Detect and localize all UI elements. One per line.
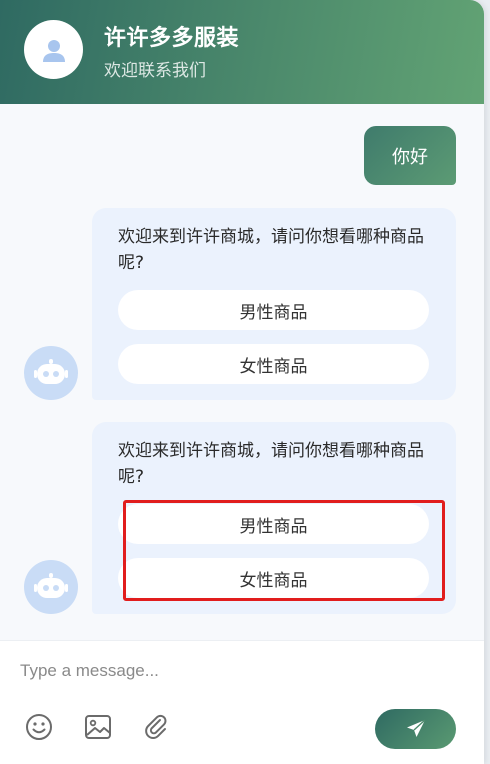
robot-icon	[34, 573, 68, 598]
send-button[interactable]	[375, 709, 456, 749]
shop-subtitle: 欢迎联系我们	[104, 61, 206, 81]
option-button-male[interactable]: 男性商品	[118, 504, 429, 544]
image-button[interactable]	[83, 712, 113, 742]
option-button-female[interactable]: 女性商品	[118, 344, 429, 384]
paperclip-icon	[145, 714, 167, 739]
bot-message: 欢迎来到许许商城，请问你想看哪种商品呢? 男性商品 女性商品	[92, 208, 456, 400]
send-icon	[406, 719, 425, 737]
bot-message: 欢迎来到许许商城，请问你想看哪种商品呢? 男性商品 女性商品	[92, 422, 456, 614]
bot-avatar	[24, 560, 78, 614]
user-message: 你好	[364, 126, 456, 185]
shop-avatar	[24, 20, 83, 79]
user-icon	[42, 39, 65, 62]
image-icon	[85, 715, 111, 739]
robot-icon	[34, 359, 68, 384]
option-button-male[interactable]: 男性商品	[118, 290, 429, 330]
composer	[0, 640, 484, 764]
shop-title: 许许多多服装	[104, 26, 240, 51]
bot-message-text: 欢迎来到许许商城，请问你想看哪种商品呢?	[118, 227, 424, 273]
chat-header: 许许多多服装 欢迎联系我们	[0, 0, 484, 104]
message-list: 你好 欢迎来到许许商城，请问你想看哪种商品呢? 男性商品 女性商品 欢迎来到许许…	[0, 104, 484, 640]
option-button-female[interactable]: 女性商品	[118, 558, 429, 598]
emoji-button[interactable]	[24, 712, 54, 742]
bot-avatar	[24, 346, 78, 400]
message-input[interactable]	[20, 655, 460, 687]
smiley-icon	[26, 714, 52, 740]
chat-widget: 许许多多服装 欢迎联系我们 你好 欢迎来到许许商城，请问你想看哪种商品呢? 男性…	[0, 0, 484, 764]
bot-message-text: 欢迎来到许许商城，请问你想看哪种商品呢?	[118, 441, 424, 487]
attach-button[interactable]	[141, 712, 171, 742]
